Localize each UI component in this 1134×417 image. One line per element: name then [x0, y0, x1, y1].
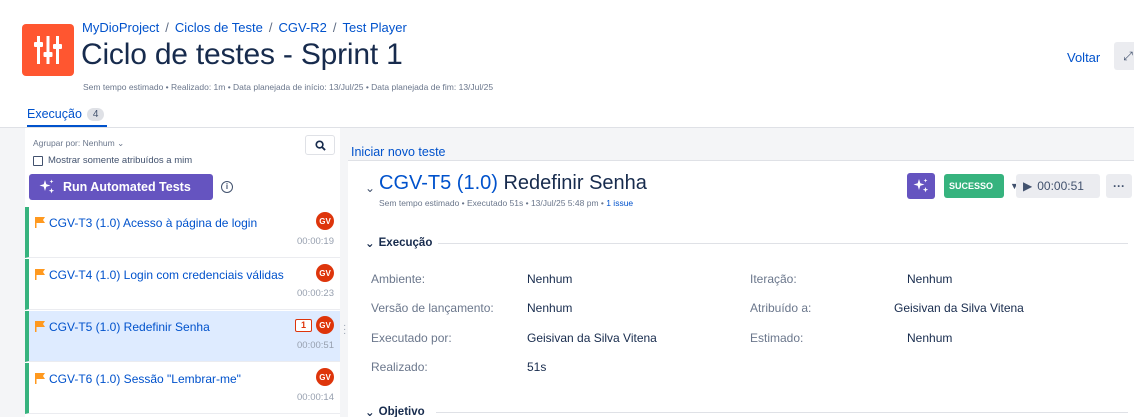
breadcrumb: MyDioProject / Ciclos de Teste / CGV-R2 … — [82, 20, 407, 35]
panel-resize-handle[interactable]: · · · — [343, 321, 346, 339]
run-automated-tests-label: Run Automated Tests — [63, 180, 191, 194]
back-button[interactable]: Voltar — [1067, 50, 1100, 65]
test-list-item[interactable]: CGV-T4 (1.0) Login com credenciais válid… — [25, 259, 340, 310]
tab-execution-count: 4 — [86, 107, 105, 121]
avatar: GV — [316, 212, 334, 230]
flag-icon — [35, 269, 45, 280]
test-list-panel: Agrupar por: Nenhum ⌄ Mostrar somente at… — [25, 128, 340, 417]
test-item-time: 00:00:51 — [297, 340, 334, 351]
test-name: Redefinir Senha — [503, 172, 647, 194]
test-item-time: 00:00:14 — [297, 392, 334, 403]
start-new-test-link[interactable]: Iniciar novo teste — [351, 145, 446, 159]
chevron-down-icon[interactable]: ⌄ — [365, 181, 375, 195]
avatar: GV — [316, 368, 334, 386]
executed-by-value[interactable]: Geisivan da Silva Vitena — [527, 331, 657, 345]
flag-icon — [35, 217, 45, 228]
chevron-down-icon: ⌄ — [365, 407, 375, 417]
tabs-bar: Execução 4 — [0, 98, 1134, 128]
test-item-title: CGV-T3 (1.0) Acesso à página de login — [49, 216, 258, 230]
estimated-label: Estimado: — [750, 331, 804, 345]
only-assigned-toggle[interactable]: Mostrar somente atribuídos a mim — [33, 155, 192, 166]
section-objective-header[interactable]: ⌄ Objetivo — [365, 405, 425, 417]
chevron-down-icon: ⌄ — [365, 238, 375, 250]
timer-value: 00:00:51 — [1037, 179, 1084, 193]
section-divider — [436, 412, 1128, 413]
sparkle-icon — [39, 179, 55, 194]
sliders-icon — [34, 36, 62, 64]
test-item-title: CGV-T4 (1.0) Login com credenciais válid… — [49, 268, 284, 282]
more-options-button[interactable]: ··· — [1106, 174, 1132, 198]
flag-icon — [35, 321, 45, 332]
test-list-item[interactable]: CGV-T6 (1.0) Sessão "Lembrar-me" GV 00:0… — [25, 363, 340, 414]
breadcrumb-separator: / — [268, 20, 273, 35]
group-by-dropdown[interactable]: Agrupar por: Nenhum ⌄ — [33, 138, 124, 149]
estimated-value[interactable]: Nenhum — [907, 331, 952, 345]
done-value[interactable]: 51s — [527, 360, 546, 374]
issue-count-badge: 1 — [295, 319, 312, 332]
page-title: Ciclo de testes - Sprint 1 — [81, 38, 403, 71]
breadcrumb-player[interactable]: Test Player — [343, 20, 407, 35]
done-label: Realizado: — [371, 360, 428, 374]
breadcrumb-separator: / — [332, 20, 337, 35]
run-automated-tests-button[interactable]: Run Automated Tests — [29, 174, 213, 200]
test-item-title: CGV-T6 (1.0) Sessão "Lembrar-me" — [49, 372, 241, 386]
status-dropdown[interactable]: SUCESSO — [944, 174, 1004, 198]
breadcrumb-project[interactable]: MyDioProject — [82, 20, 159, 35]
tab-execution[interactable]: Execução 4 — [27, 107, 105, 121]
tab-execution-label: Execução — [27, 107, 82, 121]
ai-assist-button[interactable] — [907, 173, 935, 199]
section-execution-header[interactable]: ⌄ Execução — [365, 236, 432, 250]
breadcrumb-cycle[interactable]: CGV-R2 — [278, 20, 326, 35]
search-icon — [314, 139, 326, 151]
timer-button[interactable]: ▶ 00:00:51 — [1016, 174, 1100, 198]
version-value[interactable]: Nenhum — [527, 301, 572, 315]
avatar: GV — [316, 316, 334, 334]
test-item-title: CGV-T5 (1.0) Redefinir Senha — [49, 320, 210, 334]
test-list-item[interactable]: CGV-T3 (1.0) Acesso à página de login GV… — [25, 207, 340, 258]
sparkle-icon — [913, 178, 929, 193]
avatar: GV — [316, 264, 334, 282]
iteration-value[interactable]: Nenhum — [907, 272, 952, 286]
test-title: CGV-T5 (1.0) Redefinir Senha — [379, 172, 647, 195]
issue-link[interactable]: 1 issue — [606, 198, 633, 208]
test-item-time: 00:00:19 — [297, 236, 334, 247]
environment-value[interactable]: Nenhum — [527, 272, 572, 286]
environment-label: Ambiente: — [371, 272, 426, 286]
breadcrumb-cycles[interactable]: Ciclos de Teste — [175, 20, 263, 35]
test-item-time: 00:00:23 — [297, 288, 334, 299]
expand-button[interactable]: ⤢ — [1114, 42, 1134, 70]
iteration-label: Iteração: — [750, 272, 797, 286]
info-icon[interactable]: i — [221, 181, 233, 193]
executed-by-label: Executado por: — [371, 331, 452, 345]
play-icon: ▶ — [1023, 179, 1033, 193]
section-execution-title: Execução — [378, 237, 433, 249]
test-meta: Sem tempo estimado • Executado 51s • 13/… — [379, 198, 633, 208]
only-assigned-checkbox[interactable] — [33, 155, 43, 166]
breadcrumb-separator: / — [165, 20, 169, 35]
cycle-meta: Sem tempo estimado • Realizado: 1m • Dat… — [83, 82, 494, 92]
flag-icon — [35, 373, 45, 384]
expand-icon: ⤢ — [1123, 48, 1133, 63]
assigned-value[interactable]: Geisivan da Silva Vitena — [894, 301, 1024, 315]
page-header: MyDioProject / Ciclos de Teste / CGV-R2 … — [0, 0, 1134, 98]
tab-active-indicator — [27, 125, 107, 127]
test-meta-text: Sem tempo estimado • Executado 51s • 13/… — [379, 198, 607, 208]
assigned-label: Atribuído a: — [750, 301, 812, 315]
test-key[interactable]: CGV-T5 (1.0) — [379, 172, 498, 194]
test-list-item-selected[interactable]: CGV-T5 (1.0) Redefinir Senha 1 GV 00:00:… — [25, 311, 340, 362]
version-label: Versão de lançamento: — [371, 301, 494, 315]
test-detail-panel: ⌄ CGV-T5 (1.0) Redefinir Senha Sem tempo… — [348, 160, 1134, 417]
status-label: SUCESSO — [949, 181, 994, 191]
section-objective-title: Objetivo — [378, 406, 425, 417]
section-divider — [438, 243, 1128, 244]
search-button[interactable] — [305, 135, 335, 155]
only-assigned-label: Mostrar somente atribuídos a mim — [48, 155, 193, 166]
project-logo — [22, 24, 74, 76]
